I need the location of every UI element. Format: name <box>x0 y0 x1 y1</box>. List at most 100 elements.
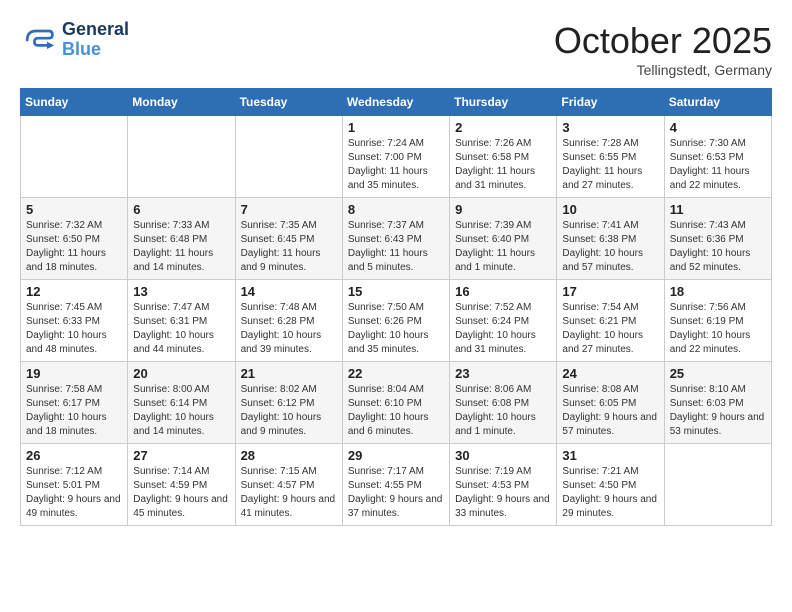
calendar-cell: 28 Sunrise: 7:15 AM Sunset: 4:57 PM Dayli… <box>235 444 342 526</box>
day-number: 30 <box>455 448 551 463</box>
day-number: 3 <box>562 120 658 135</box>
calendar-cell: 4 Sunrise: 7:30 AM Sunset: 6:53 PM Daylig… <box>664 116 771 198</box>
calendar-cell: 15 Sunrise: 7:50 AM Sunset: 6:26 PM Dayli… <box>342 280 449 362</box>
day-info: Sunrise: 8:04 AM Sunset: 6:10 PM Dayligh… <box>348 383 444 439</box>
logo: General Blue <box>20 20 129 60</box>
day-number: 22 <box>348 366 444 381</box>
day-number: 27 <box>133 448 229 463</box>
day-number: 24 <box>562 366 658 381</box>
weekday-header: Thursday <box>450 89 557 116</box>
weekday-header: Wednesday <box>342 89 449 116</box>
weekday-header: Saturday <box>664 89 771 116</box>
day-info: Sunrise: 7:35 AM Sunset: 6:45 PM Dayligh… <box>241 219 337 275</box>
calendar-cell: 16 Sunrise: 7:52 AM Sunset: 6:24 PM Dayli… <box>450 280 557 362</box>
calendar-cell: 20Sunrise: 8:00 AM Sunset: 6:14 PM Dayli… <box>128 362 235 444</box>
calendar-cell: 1 Sunrise: 7:24 AM Sunset: 7:00 PM Daylig… <box>342 116 449 198</box>
calendar-cell: 22 Sunrise: 8:04 AM Sunset: 6:10 PM Dayli… <box>342 362 449 444</box>
day-number: 11 <box>670 202 766 217</box>
calendar-cell: 21Sunrise: 8:02 AM Sunset: 6:12 PM Dayli… <box>235 362 342 444</box>
calendar-cell: 11 Sunrise: 7:43 AM Sunset: 6:36 PM Dayli… <box>664 198 771 280</box>
calendar-cell <box>664 444 771 526</box>
day-number: 25 <box>670 366 766 381</box>
calendar-cell: 9 Sunrise: 7:39 AM Sunset: 6:40 PM Daylig… <box>450 198 557 280</box>
day-info: Sunrise: 7:26 AM Sunset: 6:58 PM Dayligh… <box>455 137 551 193</box>
day-number: 12 <box>26 284 122 299</box>
calendar-cell <box>128 116 235 198</box>
calendar-week-row: 5 Sunrise: 7:32 AM Sunset: 6:50 PM Daylig… <box>21 198 772 280</box>
day-info: Sunrise: 7:14 AM Sunset: 4:59 PM Dayligh… <box>133 465 229 521</box>
day-info: Sunrise: 8:02 AM Sunset: 6:12 PM Dayligh… <box>241 383 337 439</box>
day-info: Sunrise: 7:52 AM Sunset: 6:24 PM Dayligh… <box>455 301 551 357</box>
calendar-cell: 3 Sunrise: 7:28 AM Sunset: 6:55 PM Daylig… <box>557 116 664 198</box>
day-info: Sunrise: 7:41 AM Sunset: 6:38 PM Dayligh… <box>562 219 658 275</box>
day-number: 10 <box>562 202 658 217</box>
calendar-cell: 12Sunrise: 7:45 AM Sunset: 6:33 PM Dayli… <box>21 280 128 362</box>
day-info: Sunrise: 7:12 AM Sunset: 5:01 PM Dayligh… <box>26 465 122 521</box>
day-info: Sunrise: 7:37 AM Sunset: 6:43 PM Dayligh… <box>348 219 444 275</box>
day-number: 8 <box>348 202 444 217</box>
location-subtitle: Tellingstedt, Germany <box>554 62 772 78</box>
day-info: Sunrise: 7:21 AM Sunset: 4:50 PM Dayligh… <box>562 465 658 521</box>
weekday-header-row: SundayMondayTuesdayWednesdayThursdayFrid… <box>21 89 772 116</box>
calendar-cell: 19 Sunrise: 7:58 AM Sunset: 6:17 PM Dayli… <box>21 362 128 444</box>
title-block: October 2025 Tellingstedt, Germany <box>554 20 772 78</box>
calendar-cell: 17Sunrise: 7:54 AM Sunset: 6:21 PM Dayli… <box>557 280 664 362</box>
day-info: Sunrise: 7:17 AM Sunset: 4:55 PM Dayligh… <box>348 465 444 521</box>
calendar-cell: 18 Sunrise: 7:56 AM Sunset: 6:19 PM Dayli… <box>664 280 771 362</box>
calendar-week-row: 12Sunrise: 7:45 AM Sunset: 6:33 PM Dayli… <box>21 280 772 362</box>
calendar-cell: 24 Sunrise: 8:08 AM Sunset: 6:05 PM Dayli… <box>557 362 664 444</box>
day-info: Sunrise: 7:48 AM Sunset: 6:28 PM Dayligh… <box>241 301 337 357</box>
day-number: 9 <box>455 202 551 217</box>
day-number: 16 <box>455 284 551 299</box>
calendar-cell: 30 Sunrise: 7:19 AM Sunset: 4:53 PM Dayli… <box>450 444 557 526</box>
day-number: 4 <box>670 120 766 135</box>
day-info: Sunrise: 7:47 AM Sunset: 6:31 PM Dayligh… <box>133 301 229 357</box>
day-info: Sunrise: 7:50 AM Sunset: 6:26 PM Dayligh… <box>348 301 444 357</box>
calendar-cell: 23Sunrise: 8:06 AM Sunset: 6:08 PM Dayli… <box>450 362 557 444</box>
day-info: Sunrise: 7:56 AM Sunset: 6:19 PM Dayligh… <box>670 301 766 357</box>
day-number: 6 <box>133 202 229 217</box>
calendar-table: SundayMondayTuesdayWednesdayThursdayFrid… <box>20 88 772 526</box>
day-number: 1 <box>348 120 444 135</box>
day-number: 13 <box>133 284 229 299</box>
calendar-cell: 2Sunrise: 7:26 AM Sunset: 6:58 PM Daylig… <box>450 116 557 198</box>
day-number: 26 <box>26 448 122 463</box>
day-info: Sunrise: 7:15 AM Sunset: 4:57 PM Dayligh… <box>241 465 337 521</box>
day-number: 14 <box>241 284 337 299</box>
day-info: Sunrise: 7:32 AM Sunset: 6:50 PM Dayligh… <box>26 219 122 275</box>
calendar-cell: 8 Sunrise: 7:37 AM Sunset: 6:43 PM Daylig… <box>342 198 449 280</box>
calendar-cell: 5 Sunrise: 7:32 AM Sunset: 6:50 PM Daylig… <box>21 198 128 280</box>
calendar-cell <box>21 116 128 198</box>
day-number: 18 <box>670 284 766 299</box>
day-info: Sunrise: 7:28 AM Sunset: 6:55 PM Dayligh… <box>562 137 658 193</box>
calendar-cell: 7Sunrise: 7:35 AM Sunset: 6:45 PM Daylig… <box>235 198 342 280</box>
calendar-week-row: 19 Sunrise: 7:58 AM Sunset: 6:17 PM Dayli… <box>21 362 772 444</box>
day-number: 28 <box>241 448 337 463</box>
day-info: Sunrise: 7:24 AM Sunset: 7:00 PM Dayligh… <box>348 137 444 193</box>
calendar-cell: 27 Sunrise: 7:14 AM Sunset: 4:59 PM Dayli… <box>128 444 235 526</box>
day-info: Sunrise: 7:30 AM Sunset: 6:53 PM Dayligh… <box>670 137 766 193</box>
day-number: 19 <box>26 366 122 381</box>
day-info: Sunrise: 7:39 AM Sunset: 6:40 PM Dayligh… <box>455 219 551 275</box>
weekday-header: Friday <box>557 89 664 116</box>
weekday-header: Sunday <box>21 89 128 116</box>
day-info: Sunrise: 7:58 AM Sunset: 6:17 PM Dayligh… <box>26 383 122 439</box>
calendar-cell: 26 Sunrise: 7:12 AM Sunset: 5:01 PM Dayli… <box>21 444 128 526</box>
day-number: 20 <box>133 366 229 381</box>
calendar-cell: 29Sunrise: 7:17 AM Sunset: 4:55 PM Dayli… <box>342 444 449 526</box>
calendar-cell: 6Sunrise: 7:33 AM Sunset: 6:48 PM Daylig… <box>128 198 235 280</box>
calendar-cell: 31 Sunrise: 7:21 AM Sunset: 4:50 PM Dayli… <box>557 444 664 526</box>
logo-text: General Blue <box>62 20 129 60</box>
day-number: 15 <box>348 284 444 299</box>
day-info: Sunrise: 8:08 AM Sunset: 6:05 PM Dayligh… <box>562 383 658 439</box>
calendar-cell: 10 Sunrise: 7:41 AM Sunset: 6:38 PM Dayli… <box>557 198 664 280</box>
day-number: 5 <box>26 202 122 217</box>
day-number: 17 <box>562 284 658 299</box>
day-info: Sunrise: 7:19 AM Sunset: 4:53 PM Dayligh… <box>455 465 551 521</box>
day-number: 31 <box>562 448 658 463</box>
month-title: October 2025 <box>554 20 772 62</box>
day-info: Sunrise: 8:06 AM Sunset: 6:08 PM Dayligh… <box>455 383 551 439</box>
calendar-cell: 14 Sunrise: 7:48 AM Sunset: 6:28 PM Dayli… <box>235 280 342 362</box>
weekday-header: Tuesday <box>235 89 342 116</box>
day-info: Sunrise: 7:43 AM Sunset: 6:36 PM Dayligh… <box>670 219 766 275</box>
